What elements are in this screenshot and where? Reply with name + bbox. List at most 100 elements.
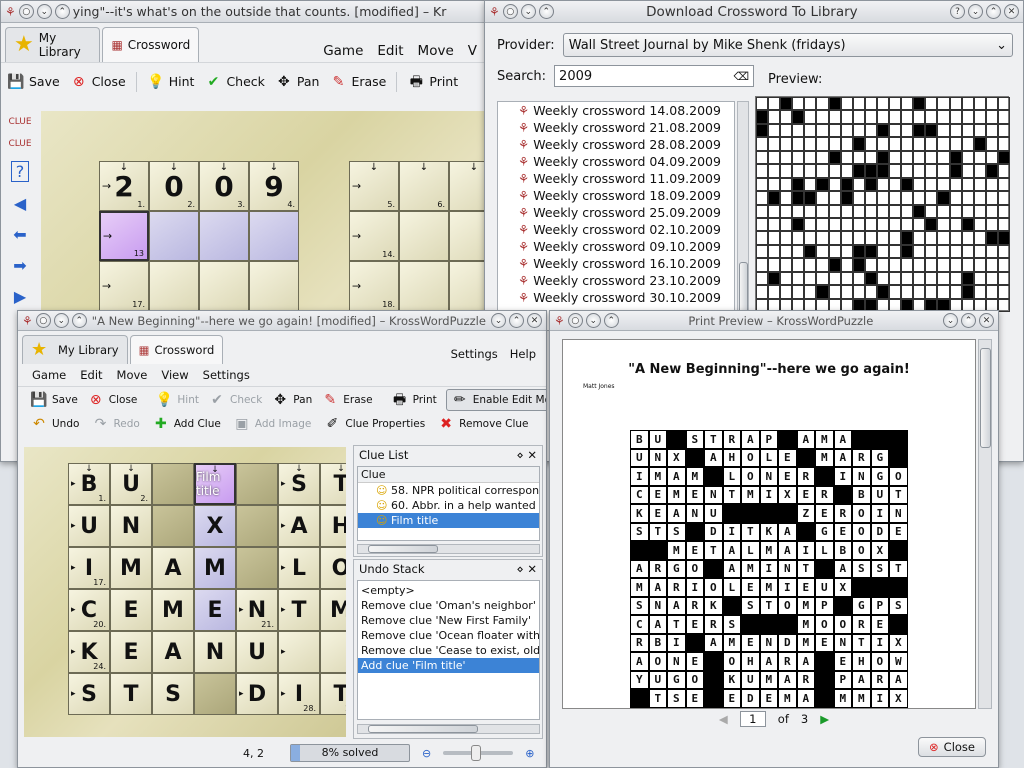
grid-cell[interactable] xyxy=(249,261,299,311)
window-menu-button[interactable]: ○ xyxy=(18,4,34,19)
hint-button[interactable]: 💡 Hint xyxy=(155,391,199,409)
grid-cell[interactable]: O xyxy=(320,547,346,589)
puzzle-window-titlebar[interactable]: ⚘ ○ ⌄ ⌃ "A New Beginning"--here we go ag… xyxy=(18,311,546,331)
undo-item[interactable]: <empty> xyxy=(358,583,539,598)
preview-vscroll[interactable] xyxy=(978,339,992,709)
check-button[interactable]: ✔ Check xyxy=(208,391,262,409)
grid-cell[interactable]: M xyxy=(194,547,236,589)
add-clue-button[interactable]: ✚ Add Clue xyxy=(152,415,221,433)
crossword-list-item[interactable]: ⚘ Weekly crossword 16.10.2009 xyxy=(518,255,734,272)
undo-button[interactable]: ↶ Undo xyxy=(30,415,79,433)
grid-cell[interactable]: 0 3. ↓ xyxy=(199,161,249,211)
add-image-button[interactable]: ▣ Add Image xyxy=(233,415,311,433)
close-button[interactable]: ⊗ Close xyxy=(70,73,126,91)
keep-above-button[interactable]: ⌃ xyxy=(603,313,619,328)
keep-below-button[interactable]: ⌄ xyxy=(53,313,69,328)
close-preview-button[interactable]: ⊗ Close xyxy=(918,737,986,757)
keep-above-button[interactable]: ⌃ xyxy=(54,4,70,19)
undo-item[interactable]: Remove clue 'Oman's neighbor' xyxy=(358,598,539,613)
grid-cell[interactable]: I 28. ▸ xyxy=(278,673,320,715)
left-arrow-icon[interactable]: ⬅ xyxy=(13,225,26,244)
undo-hscroll[interactable] xyxy=(357,724,540,734)
maximize-button[interactable]: ⌃ xyxy=(986,4,1001,19)
crossword-list-item[interactable]: ⚘ Weekly crossword 02.10.2009 xyxy=(518,221,734,238)
close-window-button[interactable]: ✕ xyxy=(1004,4,1019,19)
grid-cell[interactable]: S ▸ xyxy=(68,673,110,715)
grid-cell[interactable] xyxy=(236,463,278,505)
crossword-list-item[interactable]: ⚘ Weekly crossword 18.09.2009 xyxy=(518,187,734,204)
crossword-list-item[interactable]: ⚘ Weekly crossword 25.09.2009 xyxy=(518,204,734,221)
next-page-icon[interactable]: ▶ xyxy=(820,712,829,726)
main-window-titlebar[interactable]: ⚘ ○ ⌄ ⌃ ying"--it's what's on the outsid… xyxy=(1,1,487,23)
grid-cell[interactable] xyxy=(320,631,346,673)
grid-cell[interactable] xyxy=(399,211,449,261)
menu-settings-2[interactable]: Settings xyxy=(203,368,250,382)
clue-item[interactable]: ☺ 58. NPR political correspon xyxy=(358,483,539,498)
previous-page-icon[interactable]: ◀ xyxy=(719,712,728,726)
zoom-slider[interactable] xyxy=(443,745,514,761)
puzzle-board[interactable]: B1.▸↓U2.↓Film title↓S▸↓T↓U▸NXA▸HI17.▸MAM… xyxy=(24,447,346,737)
crossword-list-item[interactable]: ⚘ Weekly crossword 04.09.2009 xyxy=(518,153,734,170)
minimize-button[interactable]: ⌄ xyxy=(968,4,983,19)
grid-cell[interactable]: E xyxy=(110,589,152,631)
grid-cell[interactable]: A ▸ xyxy=(278,505,320,547)
grid-cell[interactable] xyxy=(194,673,236,715)
grid-cell[interactable]: T29. xyxy=(320,673,346,715)
save-button[interactable]: 💾 Save xyxy=(7,73,59,91)
undo-item[interactable]: Remove clue 'Ocean floater with a... xyxy=(358,628,539,643)
erase-button[interactable]: ✎ Erase xyxy=(329,73,387,91)
menu-view[interactable]: V xyxy=(468,43,477,59)
grid-cell[interactable]: E xyxy=(194,589,236,631)
crossword-list-item[interactable]: ⚘ Weekly crossword 11.09.2009 xyxy=(518,170,734,187)
menu-move[interactable]: Move xyxy=(117,368,148,382)
clue-properties-button[interactable]: ✐ Clue Properties xyxy=(323,415,426,433)
grid-cell[interactable]: H xyxy=(320,505,346,547)
print-preview-titlebar[interactable]: ⚘ ○ ⌄ ⌃ Print Preview – KrossWordPuzzle … xyxy=(550,311,998,331)
window-menu-button[interactable]: ○ xyxy=(35,313,51,328)
clue-hscroll[interactable] xyxy=(357,544,540,554)
zoom-in-icon[interactable]: ⊕ xyxy=(525,747,534,760)
grid-cell[interactable]: ↓ xyxy=(449,161,487,211)
grid-cell[interactable]: U ▸ xyxy=(68,505,110,547)
grid-cell[interactable]: ↓ → 5. xyxy=(349,161,399,211)
keep-above-button[interactable]: ⌃ xyxy=(71,313,87,328)
grid-cell[interactable] xyxy=(236,547,278,589)
maximize-button[interactable]: ⌃ xyxy=(961,313,976,328)
tab-my-library[interactable]: ★ My Library xyxy=(5,27,101,62)
page-input[interactable]: 1 xyxy=(739,711,766,727)
grid-cell[interactable]: T xyxy=(110,673,152,715)
grid-cell[interactable]: N xyxy=(110,505,152,547)
grid-cell[interactable] xyxy=(149,211,199,261)
maximize-button[interactable]: ⌃ xyxy=(509,313,524,328)
crossword-list-item[interactable]: ⚘ Weekly crossword 23.10.2009 xyxy=(518,272,734,289)
clue-item[interactable]: ☺ Film title xyxy=(358,513,539,528)
crossword-list-item[interactable]: ⚘ Weekly crossword 30.10.2009 xyxy=(518,289,734,306)
close-window-button[interactable]: ✕ xyxy=(527,313,542,328)
provider-select[interactable]: Wall Street Journal by Mike Shenk (frida… xyxy=(562,33,1013,57)
clear-icon[interactable]: ⌫ xyxy=(733,70,749,83)
hint-button[interactable]: 💡 Hint xyxy=(147,73,194,91)
panel-buttons[interactable]: ⋄ ✕ xyxy=(517,562,538,576)
crossword-list[interactable]: ⚘ Weekly crossword 14.08.2009 ⚘ Weekly cr… xyxy=(497,101,735,331)
grid-cell[interactable]: X xyxy=(194,505,236,547)
enable-edit-mode-button[interactable]: ✏ Enable Edit Mode xyxy=(445,389,546,411)
download-window-titlebar[interactable]: ⚘ ○ ⌄ ⌃ Download Crossword To Library ? … xyxy=(485,1,1023,23)
window-menu-button[interactable]: ○ xyxy=(502,4,518,19)
grid-cell[interactable]: → 13 xyxy=(99,211,149,261)
grid-cell[interactable]: C 20. ▸ xyxy=(68,589,110,631)
menu-move[interactable]: Move xyxy=(418,43,454,59)
grid-cell[interactable] xyxy=(152,463,194,505)
minimize-button[interactable]: ⌄ xyxy=(491,313,506,328)
grid-cell[interactable]: → 14. xyxy=(349,211,399,261)
right-arrow-icon[interactable]: ➡ xyxy=(13,256,26,275)
clue-edit-icon[interactable]: CLUE xyxy=(8,139,31,149)
grid-cell[interactable] xyxy=(199,211,249,261)
menu-edit[interactable]: Edit xyxy=(80,368,102,382)
grid-cell[interactable]: L ▸ xyxy=(278,547,320,589)
search-input[interactable]: 2009 ⌫ xyxy=(554,65,755,87)
grid-cell[interactable] xyxy=(249,211,299,261)
grid-cell[interactable] xyxy=(449,211,487,261)
close-window-button[interactable]: ✕ xyxy=(979,313,994,328)
help-icon[interactable]: ? xyxy=(11,161,29,182)
menu-edit[interactable]: Edit xyxy=(377,43,403,59)
